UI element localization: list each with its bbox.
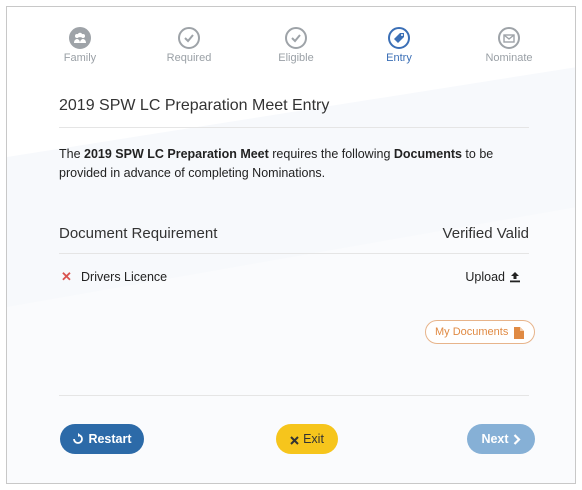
chevron-right-icon (513, 434, 521, 445)
next-label: Next (481, 432, 509, 446)
close-icon (290, 436, 299, 445)
intro-mid: requires the following (268, 147, 394, 161)
step-label: Nominate (485, 52, 533, 64)
step-label: Entry (386, 52, 412, 64)
tag-icon (388, 27, 410, 49)
restart-icon (73, 433, 84, 444)
restart-label: Restart (88, 432, 132, 446)
intro-meet-name: 2019 SPW LC Preparation Meet (84, 147, 269, 161)
entry-panel: Family Required Eligible Entry Nominate (6, 6, 576, 484)
upload-icon (510, 272, 520, 283)
upload-link[interactable]: Upload (465, 270, 521, 284)
restart-button[interactable]: Restart (60, 424, 144, 454)
intro-documents: Documents (393, 147, 462, 161)
column-header-verified: Verified Valid (442, 225, 529, 242)
check-circle-icon (285, 27, 307, 49)
step-required[interactable]: Required (144, 27, 234, 64)
envelope-icon (498, 27, 520, 49)
exit-label: Exit (303, 432, 324, 446)
step-label: Family (63, 52, 97, 64)
divider (59, 395, 529, 396)
step-nominate[interactable]: Nominate (464, 27, 554, 64)
check-circle-icon (178, 27, 200, 49)
step-entry[interactable]: Entry (354, 27, 444, 64)
table-row: ✕ Drivers Licence Upload (59, 269, 529, 289)
intro-text: The 2019 SPW LC Preparation Meet require… (59, 145, 529, 183)
document-icon (514, 327, 524, 339)
divider (59, 127, 529, 128)
x-icon: ✕ (61, 269, 72, 284)
intro-pre: The (59, 147, 85, 161)
exit-button[interactable]: Exit (276, 424, 338, 454)
divider (59, 253, 529, 254)
my-documents-label: My Documents (435, 326, 509, 338)
next-button[interactable]: Next (467, 424, 535, 454)
step-label: Eligible (278, 52, 314, 64)
column-header-requirement: Document Requirement (59, 225, 218, 242)
step-eligible[interactable]: Eligible (251, 27, 341, 64)
step-family[interactable]: Family (35, 27, 125, 64)
upload-label: Upload (465, 270, 505, 284)
my-documents-button[interactable]: My Documents (425, 320, 535, 344)
step-label: Required (166, 52, 212, 64)
document-name: Drivers Licence (81, 270, 168, 284)
progress-steps: Family Required Eligible Entry Nominate (7, 27, 575, 77)
group-icon (69, 27, 91, 49)
document-table-header: Document Requirement Verified Valid (59, 225, 529, 247)
page-title: 2019 SPW LC Preparation Meet Entry (59, 97, 330, 114)
